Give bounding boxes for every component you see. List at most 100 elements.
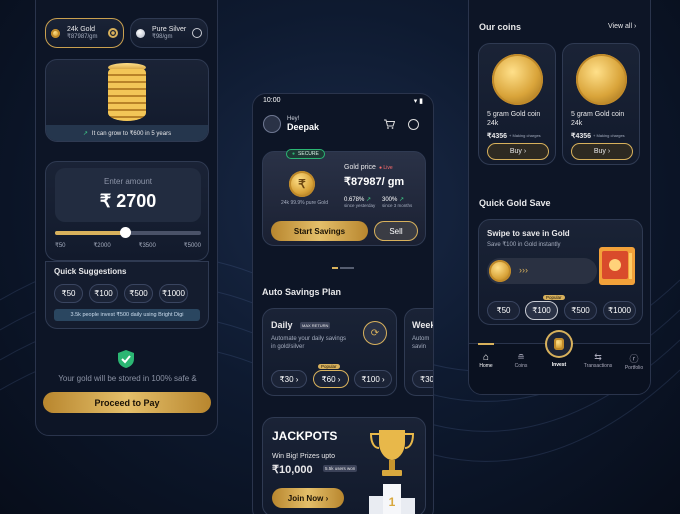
nav-invest-label[interactable]: Invest xyxy=(546,362,572,368)
rupee-coin-icon: ₹ xyxy=(289,171,315,197)
buy-button[interactable]: Buy › xyxy=(571,143,633,160)
swipe-title: Swipe to save in Gold xyxy=(487,229,570,238)
tab-silver-price: ₹98/gm xyxy=(152,34,173,40)
our-coins-title: Our coins xyxy=(479,22,522,32)
quick-chip-100[interactable]: ₹100 xyxy=(89,284,118,303)
quick-gold-save-title: Quick Gold Save xyxy=(479,198,551,208)
daily-desc: Automate your daily savings in gold/silv… xyxy=(271,336,347,350)
left-phone: 24k Gold ₹87987/gm Pure Silver ₹98/gm ↗ … xyxy=(35,0,218,436)
nav-active-indicator xyxy=(478,343,494,345)
save-chip-50[interactable]: ₹50 xyxy=(487,301,520,320)
nav-home[interactable]: ⌂ Home xyxy=(473,352,499,369)
coin-name-text: 5 gram Gold coin xyxy=(487,111,541,118)
save-chip-1000[interactable]: ₹1000 xyxy=(603,301,636,320)
safe-text: Your gold will be stored in 100% safe & … xyxy=(58,374,197,383)
auto-refresh-icon: ⟳ xyxy=(363,321,387,345)
chevron-right-icon: › xyxy=(523,148,527,155)
proceed-to-pay-button[interactable]: Proceed to Pay xyxy=(43,392,211,413)
amount-label: ₹100 xyxy=(361,374,380,384)
view-all-label: View all xyxy=(608,23,632,30)
weekly-amount-30[interactable]: ₹30 xyxy=(412,370,433,388)
live-indicator: ● Live xyxy=(379,165,393,171)
buy-label: Buy xyxy=(509,148,522,155)
chevron-right-icon: › xyxy=(382,374,385,384)
amount-card: Enter amount ₹ 2700 ₹50 ₹2000 ₹3500 ₹500… xyxy=(45,161,209,261)
status-icons: ▾ ▮ xyxy=(413,98,423,105)
weekly-title: Week xyxy=(412,320,434,330)
join-now-button[interactable]: Join Now › xyxy=(272,488,344,508)
jackpots-card: JACKPOTS Win Big! Prizes upto ₹10,000 5.… xyxy=(262,417,426,514)
quick-suggestions: Quick Suggestions ₹50 ₹100 ₹500 ₹1000 3.… xyxy=(45,261,209,329)
tab-pure-silver[interactable]: Pure Silver ₹98/gm xyxy=(130,18,208,48)
weekly-plan-card[interactable]: Week Autom savin ₹30 xyxy=(404,308,434,396)
carousel-dots xyxy=(332,267,356,269)
enter-amount-label: Enter amount xyxy=(103,177,153,186)
sell-button[interactable]: Sell xyxy=(374,221,418,241)
coin-name: 5 gram Gold coin 24k xyxy=(487,110,540,128)
quick-chip-500[interactable]: ₹500 xyxy=(124,284,153,303)
bottom-nav: ⌂ Home ≘ Coins Invest ⇆ Transactions ⓡ P… xyxy=(469,332,650,394)
secure-dot-icon: ● xyxy=(292,151,296,157)
lakshmi-coin-image xyxy=(492,54,543,105)
daily-plan-card[interactable]: Daily MAX RETURN Automate your daily sav… xyxy=(262,308,397,396)
coin-card[interactable]: 5 gram Gold coin 24k ₹4356 + Making charg… xyxy=(562,43,640,165)
user-name: Deepak xyxy=(287,122,320,132)
tab-gold-price: ₹87987/gm xyxy=(67,34,98,40)
tab-24k-gold[interactable]: 24k Gold ₹87987/gm xyxy=(45,18,124,48)
amount-slider[interactable] xyxy=(55,227,201,238)
slider-ticks: ₹50 ₹2000 ₹3500 ₹5000 xyxy=(55,242,201,249)
nav-transactions[interactable]: ⇆ Transactions xyxy=(578,352,618,369)
radio-selected-icon xyxy=(108,28,118,38)
secure-badge: ● SECURE xyxy=(286,149,325,159)
nav-portfolio[interactable]: ⓡ Portfolio xyxy=(619,352,649,371)
chevron-right-icon: › xyxy=(337,374,341,384)
trend-up-icon: ↗ xyxy=(82,130,88,137)
gold-stack-icon xyxy=(554,338,564,350)
buy-button[interactable]: Buy › xyxy=(487,143,549,160)
avatar[interactable] xyxy=(263,115,281,133)
cart-icon[interactable] xyxy=(384,119,396,132)
coins-stack-icon: ≘ xyxy=(517,352,525,362)
jackpots-title: JACKPOTS xyxy=(272,429,338,443)
tab-gold-title: 24k Gold xyxy=(67,26,96,33)
start-savings-button[interactable]: Start Savings xyxy=(271,221,368,241)
stat1-label: since yesterday xyxy=(344,203,376,208)
coin-card[interactable]: 5 gram Gold coin 24k ₹4356 + Making charg… xyxy=(478,43,556,165)
slider-handle[interactable] xyxy=(120,227,132,238)
daily-amount-60[interactable]: ₹60 › xyxy=(313,370,349,388)
swipe-slider[interactable]: ››› xyxy=(487,258,597,284)
profile-icon[interactable] xyxy=(408,119,419,130)
secure-text: SECURE xyxy=(298,151,319,157)
rupee-circle-icon: ⓡ xyxy=(629,354,639,364)
gold-coin-icon xyxy=(51,28,60,38)
daily-title: Daily xyxy=(271,320,293,330)
nav-coins[interactable]: ≘ Coins xyxy=(508,352,534,369)
join-now-label: Join Now xyxy=(287,493,324,503)
coin-note: + Making charges xyxy=(509,133,541,138)
purity-text: 24k 99.9% pure Gold xyxy=(281,200,328,206)
max-return-badge: MAX RETURN xyxy=(300,322,331,329)
gold-price-card: ● SECURE ₹ 24k 99.9% pure Gold Gold pric… xyxy=(262,149,426,246)
save-chip-500[interactable]: ₹500 xyxy=(564,301,597,320)
view-all-link[interactable]: View all › xyxy=(608,23,636,30)
status-time: 10:00 xyxy=(263,97,281,104)
jackpots-prize: ₹10,000 xyxy=(272,464,313,476)
amount-input[interactable]: Enter amount ₹ 2700 xyxy=(55,168,201,222)
tab-silver-title: Pure Silver xyxy=(152,26,187,33)
quick-chip-1000[interactable]: ₹1000 xyxy=(159,284,188,303)
nav-label: Home xyxy=(479,363,493,369)
quick-chip-50[interactable]: ₹50 xyxy=(54,284,83,303)
gold-stack-card: ↗ It can grow to ₹600 in 5 years xyxy=(45,59,209,142)
daily-amount-100[interactable]: ₹100 › xyxy=(354,370,392,388)
nav-label: Portfolio xyxy=(624,365,644,371)
daily-amount-30[interactable]: ₹30 › xyxy=(271,370,307,388)
grow-text: It can grow to ₹600 in 5 years xyxy=(91,130,172,137)
invest-fab[interactable] xyxy=(547,332,571,356)
buy-label: Buy xyxy=(593,148,606,155)
swipe-sub: Save ₹100 in Gold instantly xyxy=(487,242,561,248)
swipe-coin-handle[interactable] xyxy=(489,260,511,282)
locker-image xyxy=(597,245,637,287)
save-chip-100[interactable]: ₹100 xyxy=(525,301,558,320)
popular-badge: Popular xyxy=(543,295,565,300)
shield-check-icon xyxy=(118,350,134,368)
